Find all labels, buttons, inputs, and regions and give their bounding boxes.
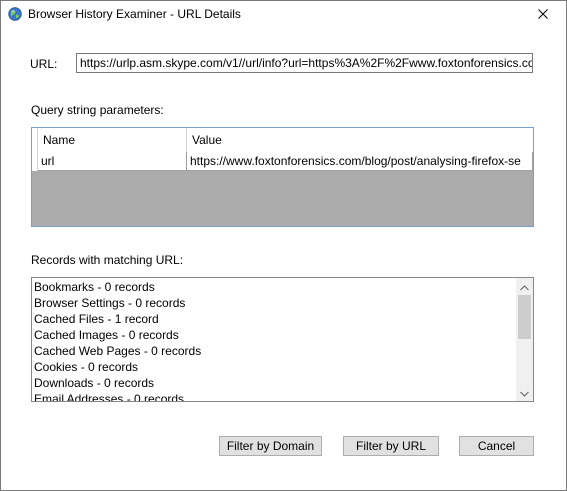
window-title: Browser History Examiner - URL Details <box>28 7 241 21</box>
cancel-button[interactable]: Cancel <box>459 436 534 456</box>
chevron-up-icon <box>520 280 529 294</box>
filter-by-domain-button[interactable]: Filter by Domain <box>219 436 322 456</box>
close-button[interactable] <box>520 1 566 29</box>
column-header-value[interactable]: Value <box>187 128 533 152</box>
scroll-thumb[interactable] <box>518 295 531 339</box>
grid-header: Name Value <box>32 128 533 153</box>
title-bar: Browser History Examiner - URL Details <box>1 1 566 29</box>
filter-by-url-button[interactable]: Filter by URL <box>343 436 439 456</box>
cell-name[interactable]: url <box>38 152 187 171</box>
query-params-label: Query string parameters: <box>31 103 164 117</box>
column-header-name[interactable]: Name <box>38 128 187 152</box>
list-item[interactable]: Cookies - 0 records <box>33 359 517 375</box>
chevron-down-icon <box>520 386 529 400</box>
list-item[interactable]: Bookmarks - 0 records <box>33 279 517 295</box>
scroll-up-button[interactable] <box>516 278 533 295</box>
url-field[interactable]: https://urlp.asm.skype.com/v1//url/info?… <box>76 53 533 73</box>
list-item[interactable]: Cached Web Pages - 0 records <box>33 343 517 359</box>
list-item[interactable]: Cached Images - 0 records <box>33 327 517 343</box>
records-label: Records with matching URL: <box>31 253 184 267</box>
list-item[interactable]: Downloads - 0 records <box>33 375 517 391</box>
list-item[interactable]: Cached Files - 1 record <box>33 311 517 327</box>
list-item[interactable]: Email Addresses - 0 records <box>33 391 517 401</box>
globe-icon <box>8 7 22 21</box>
cell-value[interactable]: https://www.foxtonforensics.com/blog/pos… <box>187 152 533 171</box>
list-item[interactable]: Browser Settings - 0 records <box>33 295 517 311</box>
records-list-items: Bookmarks - 0 records Browser Settings -… <box>33 279 517 401</box>
url-label: URL: <box>30 57 58 71</box>
table-row[interactable]: url https://www.foxtonforensics.com/blog… <box>32 152 533 171</box>
scroll-down-button[interactable] <box>516 384 533 401</box>
vertical-scrollbar[interactable] <box>516 278 533 401</box>
records-list[interactable]: Bookmarks - 0 records Browser Settings -… <box>31 277 534 402</box>
close-icon <box>538 8 548 22</box>
query-params-grid[interactable]: Name Value url https://www.foxtonforensi… <box>31 127 534 227</box>
url-details-dialog: Browser History Examiner - URL Details U… <box>0 0 567 491</box>
